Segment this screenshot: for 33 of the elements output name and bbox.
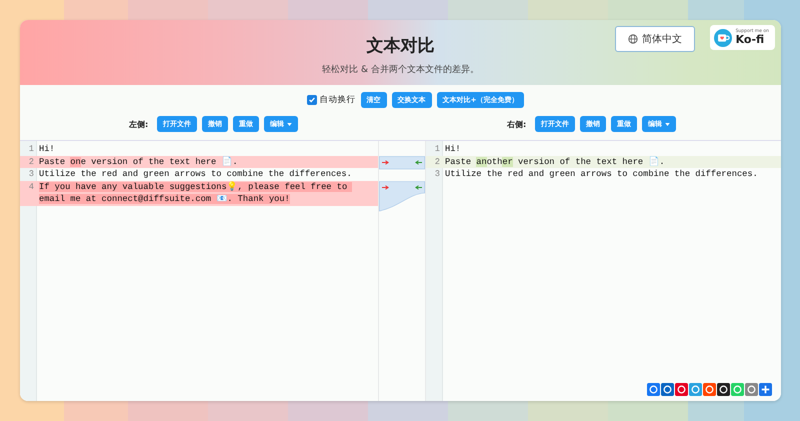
panel-label: 右侧: <box>507 118 526 130</box>
line-number: 4 <box>28 180 35 194</box>
language-button[interactable]: 简体中文 <box>615 26 695 52</box>
page-subtitle: 轻松对比 & 合并两个文本文件的差异。 <box>322 64 479 76</box>
line-number: 1 <box>28 143 35 156</box>
line-number: 1 <box>434 143 441 156</box>
code-line: Paste one version of the text here 📄. <box>38 156 239 168</box>
caret-icon <box>665 122 670 126</box>
code-line: Hi! <box>444 143 461 156</box>
auto-wrap-checkbox[interactable] <box>306 94 317 104</box>
right-editor[interactable]: 1 Hi! 2 Paste another version of the text here 📄. 3 Utilize the red and green arrows to combine the differences. <box>426 141 781 401</box>
globe-icon <box>628 34 638 44</box>
right-arrow-icon[interactable] <box>382 185 389 190</box>
left-arrow-icon[interactable] <box>415 160 422 165</box>
line-number: 3 <box>28 168 35 180</box>
line-number: 2 <box>434 156 441 168</box>
cup-icon <box>714 28 732 46</box>
page-title: 文本对比 <box>366 34 434 56</box>
left-editor[interactable] <box>20 141 378 401</box>
panel-label: 左侧: <box>129 118 148 130</box>
kofi-label: Ko-fi <box>736 34 766 46</box>
code-line: Paste another version of the text here 📄. <box>444 156 665 168</box>
caret-icon <box>287 122 292 126</box>
right-arrow-icon[interactable] <box>382 160 389 165</box>
code-line: Utilize the red and green arrows to combine the differences. <box>444 168 758 180</box>
left-arrow-icon[interactable] <box>415 185 422 190</box>
share-icon[interactable] <box>717 383 730 396</box>
code-line: Hi! <box>38 143 56 156</box>
line-number: 3 <box>434 168 441 180</box>
line-number: 2 <box>28 156 35 168</box>
auto-wrap-label: 自动换行 <box>320 94 356 106</box>
diff-connector-drawing <box>379 156 425 212</box>
code-line: Utilize the red and green arrows to combine the differences. <box>38 168 353 180</box>
